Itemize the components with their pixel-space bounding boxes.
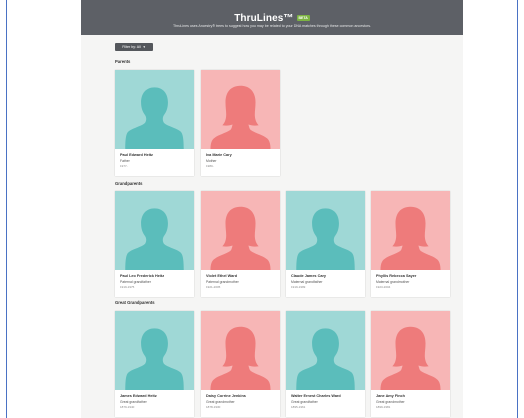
page-title: ThruLines™ — [234, 13, 294, 24]
person-card[interactable]: Jane Amy Finch Great grandmother 1899-19… — [371, 311, 450, 417]
person-card[interactable]: Iva Marie Cary Mother 1980- — [201, 70, 280, 176]
male-silhouette-icon — [115, 70, 194, 149]
female-silhouette-icon — [201, 191, 280, 270]
page-header: ThruLines™ BETA ThruLines uses Ancestry® … — [81, 0, 463, 35]
person-dates: 1899-1981 — [376, 405, 391, 409]
person-relation: Paternal grandmother — [206, 280, 239, 284]
person-dates: 1923-2004 — [376, 285, 391, 289]
person-dates: 1879-1940 — [120, 405, 135, 409]
person-name: Daisy Corrine Jenkins — [206, 394, 246, 398]
male-silhouette-icon — [115, 191, 194, 270]
female-silhouette-icon — [371, 311, 450, 390]
person-card[interactable]: Walter Ernest Charles Ward Great grandfa… — [286, 311, 365, 417]
person-relation: Great grandmother — [376, 400, 405, 404]
filter-button[interactable]: Filter by: All ▼ — [115, 43, 153, 51]
person-dates: 1977- — [120, 164, 128, 168]
person-dates: 1919-1999 — [291, 285, 306, 289]
person-relation: Great grandmother — [206, 400, 235, 404]
person-card[interactable]: Paul Edward Heitz Father 1977- — [115, 70, 194, 176]
person-dates: 1895-1961 — [291, 405, 306, 409]
female-silhouette-icon — [201, 311, 280, 390]
person-name: Jane Amy Finch — [376, 394, 405, 398]
person-name: Phyllis Rebecca Sayer — [376, 274, 417, 278]
page-subtitle: ThruLines uses Ancestry® trees to sugges… — [172, 24, 371, 28]
person-name: Violet Ethel Ward — [206, 274, 238, 278]
person-relation: Paternal grandfather — [120, 280, 151, 284]
person-name: Paul Edward Heitz — [120, 153, 153, 157]
person-name: Paul Leo Frederick Heitz — [120, 274, 165, 278]
section-title-great-grandparents: Great Grandparents — [115, 300, 155, 305]
male-silhouette-icon — [286, 311, 365, 390]
person-card[interactable]: Paul Leo Frederick Heitz Paternal grandf… — [115, 191, 194, 297]
screenshot-frame: ThruLines™ BETA ThruLines uses Ancestry® … — [6, 0, 518, 418]
person-relation: Mother — [206, 159, 217, 163]
chevron-down-icon: ▼ — [142, 45, 146, 49]
person-name: Walter Ernest Charles Ward — [291, 394, 341, 398]
person-name: James Edward Heitz — [120, 394, 157, 398]
male-silhouette-icon — [115, 311, 194, 390]
person-dates: 1878-1930 — [206, 405, 221, 409]
section-title-grandparents: Grandparents — [115, 181, 143, 186]
person-relation: Father — [120, 159, 130, 163]
person-card[interactable]: Claude James Cary Maternal grandfather 1… — [286, 191, 365, 297]
person-card[interactable]: Violet Ethel Ward Paternal grandmother 1… — [201, 191, 280, 297]
person-relation: Great grandfather — [291, 400, 318, 404]
filter-label: Filter by: All — [122, 45, 141, 49]
person-card[interactable]: Phyllis Rebecca Sayer Maternal grandmoth… — [371, 191, 450, 297]
person-card[interactable]: James Edward Heitz Great grandfather 187… — [115, 311, 194, 417]
person-dates: 1921-2005 — [206, 285, 221, 289]
person-relation: Maternal grandfather — [291, 280, 323, 284]
beta-badge: BETA — [296, 15, 310, 21]
person-relation: Great grandfather — [120, 400, 147, 404]
person-dates: 1980- — [206, 164, 214, 168]
female-silhouette-icon — [201, 70, 280, 149]
person-name: Iva Marie Cary — [206, 153, 232, 157]
person-dates: 1919-1975 — [120, 285, 135, 289]
section-title-parents: Parents — [115, 59, 131, 64]
person-name: Claude James Cary — [291, 274, 327, 278]
female-silhouette-icon — [371, 191, 450, 270]
male-silhouette-icon — [286, 191, 365, 270]
person-card[interactable]: Daisy Corrine Jenkins Great grandmother … — [201, 311, 280, 417]
thrulines-page: ThruLines™ BETA ThruLines uses Ancestry® … — [81, 0, 463, 418]
person-relation: Maternal grandmother — [376, 280, 410, 284]
